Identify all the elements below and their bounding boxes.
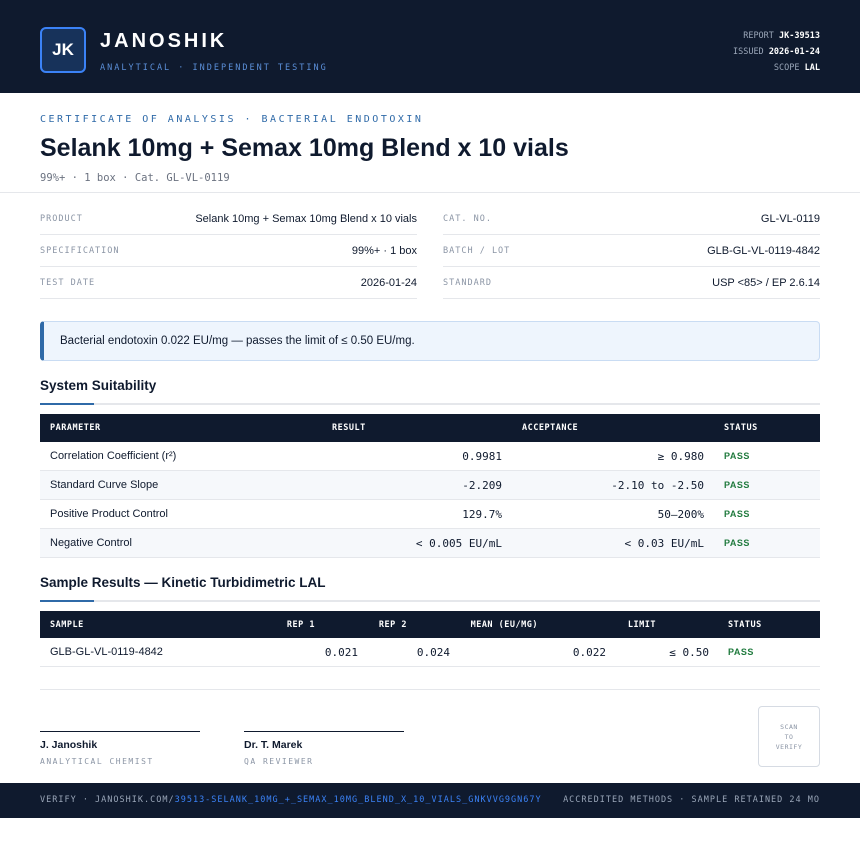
parameter-cell: Negative Control [50,537,132,549]
rep2-cell: 0.024 [416,645,450,659]
section-rule [40,403,820,405]
detail-value: USP <85> / EP 2.6.14 [712,276,820,289]
section-heading-samples: Sample Results — Kinetic Turbidimetric L… [40,575,326,590]
column-header: LIMIT [627,619,656,630]
result-summary-text: Bacterial endotoxin 0.022 EU/mg — passes… [60,335,415,347]
verify-url[interactable]: 39513-SELANK_10MG_+_SEMAX_10MG_BLEND_X_1… [175,795,542,805]
report-number-row: REPORT JK-39513 [733,28,820,44]
signatory-name: Dr. T. Marek [244,739,303,751]
detail-product: PRODUCT Selank 10mg + Semax 10mg Blend x… [40,203,417,235]
section-heading-suitability: System Suitability [40,378,157,393]
mean-cell: 0.022 [572,645,606,659]
status-badge: PASS [724,538,750,548]
column-header: STATUS [724,423,758,433]
detail-label: CAT. NO. [443,213,492,224]
column-header: RESULT [332,423,366,433]
result-summary-banner: Bacterial endotoxin 0.022 EU/mg — passes… [40,321,820,361]
acceptance-cell: ≥ 0.980 [657,449,704,463]
detail-test-date: TEST DATE 2026-01-24 [40,267,417,299]
detail-label: TEST DATE [40,277,96,288]
table-row: GLB-GL-VL-0119-4842 0.021 0.024 0.022 ≤ … [40,638,820,667]
status-badge: PASS [724,480,750,490]
samples-table-header: SAMPLE REP 1 REP 2 MEAN (EU/MG) LIMIT ST… [40,611,820,638]
column-header: STATUS [728,619,762,630]
status-badge: PASS [724,509,750,519]
table-row: Correlation Coefficient (r²) 0.9981 ≥ 0.… [40,442,820,471]
result-cell: < 0.005 EU/mL [415,536,502,550]
qr-text: VERIFY [775,742,803,751]
column-header: PARAMETER [50,423,101,433]
result-cell: 0.9981 [462,449,502,463]
divider [40,689,820,690]
detail-value: Selank 10mg + Semax 10mg Blend x 10 vial… [195,212,417,225]
acceptance-cell: 50–200% [657,507,704,521]
column-header: MEAN (EU/MG) [470,619,538,630]
table-row: Negative Control < 0.005 EU/mL < 0.03 EU… [40,529,820,558]
suitability-table-header: PARAMETER RESULT ACCEPTANCE STATUS [40,414,820,442]
result-cell: -2.209 [462,478,502,492]
scope-value: LAL [804,63,820,73]
issued-label: ISSUED [732,47,764,57]
detail-specification: SPECIFICATION 99%+ · 1 box [40,235,417,267]
status-badge: PASS [728,647,754,657]
verify-prefix: VERIFY · JANOSHIK.COM/ [40,795,175,805]
issued-date: 2026-01-24 [768,47,820,57]
document-type: CERTIFICATE OF ANALYSIS · BACTERIAL ENDO… [40,114,424,125]
verify-qr-placeholder[interactable]: SCAN TO VERIFY [758,706,820,767]
section-rule [40,600,820,602]
status-badge: PASS [724,451,750,461]
signatory-name: J. Janoshik [40,739,98,751]
report-header: JK JANOSHIK ANALYTICAL · INDEPENDENT TES… [0,0,860,93]
column-header: REP 1 [286,619,315,630]
page-title: Selank 10mg + Semax 10mg Blend x 10 vial… [40,134,569,162]
column-header: REP 2 [378,619,407,630]
table-row: Positive Product Control 129.7% 50–200% … [40,500,820,529]
detail-value: 99%+ · 1 box [351,244,417,257]
qr-text: SCAN [780,722,798,731]
detail-label: PRODUCT [40,213,83,224]
brand-tagline: ANALYTICAL · INDEPENDENT TESTING [100,63,328,73]
footer-note: ACCREDITED METHODS · SAMPLE RETAINED 24 … [563,795,820,805]
detail-label: STANDARD [443,277,492,288]
parameter-cell: Correlation Coefficient (r²) [50,450,177,462]
parameter-cell: Standard Curve Slope [50,479,159,491]
signature-line [244,731,404,732]
result-cell: 129.7% [462,507,502,521]
column-header: ACCEPTANCE [522,423,579,433]
detail-batch: BATCH / LOT GLB-GL-VL-0119-4842 [443,235,820,267]
report-meta: REPORT JK-39513 ISSUED 2026-01-24 SCOPE … [733,28,820,76]
detail-cat-no: CAT. NO. GL-VL-0119 [443,203,820,235]
qr-text: TO [784,732,794,741]
product-subline: 99%+ · 1 box · Cat. GL-VL-0119 [40,172,230,184]
rep1-cell: 0.021 [324,645,358,659]
detail-label: BATCH / LOT [443,245,511,256]
signatory-role: QA REVIEWER [244,757,314,766]
logo: JK [40,27,86,73]
detail-value: GLB-GL-VL-0119-4842 [707,244,820,257]
brand-name: JANOSHIK [100,30,228,52]
signature-line [40,731,200,732]
verify-link[interactable]: VERIFY · JANOSHIK.COM/39513-SELANK_10MG_… [40,795,542,805]
sample-id-cell: GLB-GL-VL-0119-4842 [50,646,163,658]
signatory-role: ANALYTICAL CHEMIST [40,757,154,766]
detail-label: SPECIFICATION [40,245,120,256]
report-label: REPORT [743,31,774,41]
limit-cell: ≤ 0.50 [669,645,709,659]
divider [0,192,860,193]
report-number: JK-39513 [779,31,820,41]
report-footer: VERIFY · JANOSHIK.COM/39513-SELANK_10MG_… [0,783,860,818]
scope-label: SCOPE [773,63,800,73]
column-header: SAMPLE [50,619,84,630]
detail-standard: STANDARD USP <85> / EP 2.6.14 [443,267,820,299]
parameter-cell: Positive Product Control [50,508,168,520]
acceptance-cell: < 0.03 EU/mL [624,536,704,550]
acceptance-cell: -2.10 to -2.50 [611,478,704,492]
issued-row: ISSUED 2026-01-24 [733,44,820,60]
detail-value: 2026-01-24 [360,276,417,289]
scope-row: SCOPE LAL [733,60,820,76]
table-row: Standard Curve Slope -2.209 -2.10 to -2.… [40,471,820,500]
detail-value: GL-VL-0119 [760,212,820,225]
